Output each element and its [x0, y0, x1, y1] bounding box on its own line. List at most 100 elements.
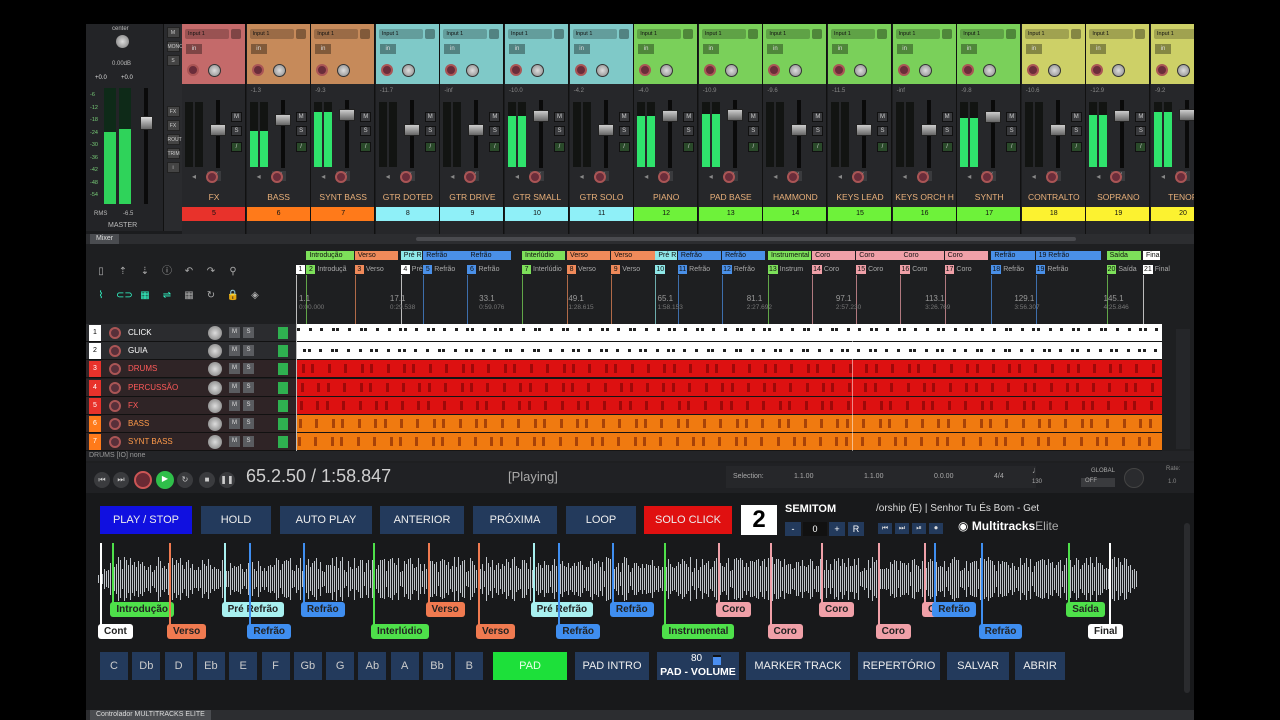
proxima-button[interactable]: PRÓXIMA [473, 506, 557, 534]
mute-button[interactable]: M [683, 112, 695, 122]
input-select[interactable]: Input 1 [443, 29, 488, 39]
volume-fader[interactable] [403, 124, 420, 136]
marker[interactable]: 2 Introduçã [306, 265, 347, 275]
pan-knob[interactable] [337, 64, 351, 77]
region-label[interactable]: 19 Refrão [1035, 251, 1101, 260]
track-solo-button[interactable]: S [243, 399, 254, 411]
input-dropdown[interactable] [877, 29, 887, 39]
phase-button[interactable]: in [573, 44, 590, 54]
input-select[interactable]: Input 1 [1154, 29, 1194, 39]
phase-button[interactable]: in [1090, 44, 1107, 54]
marker[interactable]: 6 Refrão [467, 265, 499, 275]
link-icon[interactable]: ⊂⊃ [116, 290, 133, 302]
route-button[interactable]: / [941, 142, 953, 152]
record-arm-button[interactable] [1026, 64, 1039, 76]
key-button[interactable]: D [164, 652, 193, 680]
track-solo-button[interactable]: S [243, 436, 254, 448]
volume-fader[interactable] [1179, 108, 1194, 121]
route-button[interactable]: / [618, 142, 630, 152]
record-arm-button[interactable] [1156, 64, 1168, 76]
section-label[interactable]: Coro [875, 624, 911, 639]
section-label[interactable]: Instrumental [662, 624, 735, 639]
record-arm-button[interactable] [380, 64, 393, 76]
volume-fader[interactable] [1049, 124, 1066, 136]
track-lane[interactable] [297, 433, 1162, 451]
input-select[interactable]: Input 1 [637, 29, 682, 39]
phase-button[interactable]: in [896, 44, 913, 54]
solo-button[interactable]: S [295, 126, 307, 136]
route-button[interactable]: / [295, 142, 307, 152]
pad-volume[interactable]: 80 PAD - VOLUME [657, 652, 739, 680]
marker[interactable]: 4 Pré [400, 265, 423, 275]
track-record-arm[interactable] [109, 327, 121, 339]
phase-button[interactable]: in [961, 44, 978, 54]
stop-button[interactable]: ■ [199, 472, 215, 488]
go-start-button[interactable]: ⏮ [94, 472, 110, 488]
record-arm-button[interactable] [962, 64, 975, 76]
pad-intro-button[interactable]: PAD INTRO [575, 652, 649, 680]
section-label[interactable]: Verso [476, 624, 516, 639]
player-button[interactable]: ⏭ [895, 523, 909, 534]
time-signature[interactable]: 4/4 [994, 473, 1004, 480]
ripple-icon[interactable]: ⌇ [94, 290, 108, 302]
grid2-icon[interactable]: ▦ [182, 290, 196, 302]
phase-button[interactable]: in [315, 44, 332, 54]
record-monitor-button[interactable] [787, 171, 800, 183]
track-header[interactable]: 6 BASS M S [86, 415, 296, 433]
mute-button[interactable]: M [747, 112, 759, 122]
input-select[interactable]: Input 1 [378, 29, 423, 39]
record-arm-button[interactable] [703, 64, 716, 76]
input-select[interactable]: Input 1 [185, 29, 229, 39]
record-arm-button[interactable] [251, 64, 264, 76]
track-lane[interactable] [297, 378, 1162, 396]
input-select[interactable]: Input 1 [508, 29, 552, 39]
input-dropdown[interactable] [1070, 29, 1081, 39]
marker[interactable]: 21 Final [1142, 265, 1170, 275]
volume-fader[interactable] [662, 109, 679, 122]
pad-volume-slider[interactable] [713, 655, 721, 665]
track-volume-knob[interactable] [208, 398, 222, 413]
anterior-button[interactable]: ANTERIOR [380, 506, 464, 534]
route-button[interactable]: / [747, 142, 759, 152]
track-mute-button[interactable]: M [229, 327, 240, 338]
pan-knob[interactable] [272, 64, 286, 77]
input-dropdown[interactable] [618, 29, 629, 39]
volume-fader[interactable] [274, 114, 291, 127]
mixer-scroll-thumb[interactable] [416, 237, 1076, 241]
input-dropdown[interactable] [1135, 29, 1146, 39]
key-button[interactable]: C [100, 652, 128, 680]
marker-track-button[interactable]: MARKER TRACK [746, 652, 850, 680]
mute-button[interactable]: M [1135, 112, 1147, 122]
mute-button[interactable]: M [424, 112, 436, 122]
input-select[interactable]: Input 1 [1024, 29, 1069, 39]
repeat-button[interactable]: ↻ [177, 472, 193, 488]
rate-value[interactable]: 1.0 [1168, 479, 1176, 485]
vertical-scrollbar[interactable] [1176, 329, 1190, 449]
pan-knob[interactable] [854, 64, 867, 77]
input-dropdown[interactable] [683, 29, 694, 39]
bpm[interactable]: 130 [1032, 479, 1042, 485]
marker[interactable]: 13 Instrum [767, 265, 803, 275]
marker[interactable]: 11 Refrão [677, 265, 710, 275]
region-label[interactable]: Fina [1142, 251, 1161, 260]
route-button[interactable]: / [1006, 142, 1018, 152]
route-button[interactable]: / [1070, 142, 1082, 152]
master-fader[interactable] [140, 116, 153, 130]
section-label[interactable]: Verso [167, 624, 207, 639]
pan-knob[interactable] [660, 64, 674, 77]
key-button[interactable]: E [229, 652, 258, 680]
snap-icon[interactable]: ⇌ [160, 290, 174, 302]
track-record-arm[interactable] [109, 399, 121, 412]
record-monitor-button[interactable] [270, 171, 283, 183]
track-record-arm[interactable] [109, 418, 121, 430]
region-label[interactable]: Verso [611, 251, 655, 260]
semitone-minus-button[interactable]: - [785, 522, 801, 536]
track-solo-button[interactable]: S [243, 327, 254, 338]
route-button[interactable]: / [812, 142, 824, 152]
phase-button[interactable]: in [444, 44, 461, 54]
selection-end[interactable]: 1.1.00 [864, 473, 883, 480]
marker[interactable]: 17 Coro [944, 265, 972, 275]
track-lane[interactable] [297, 342, 1162, 360]
phase-button[interactable]: in [1155, 44, 1171, 54]
key-button[interactable]: Ab [358, 652, 387, 680]
